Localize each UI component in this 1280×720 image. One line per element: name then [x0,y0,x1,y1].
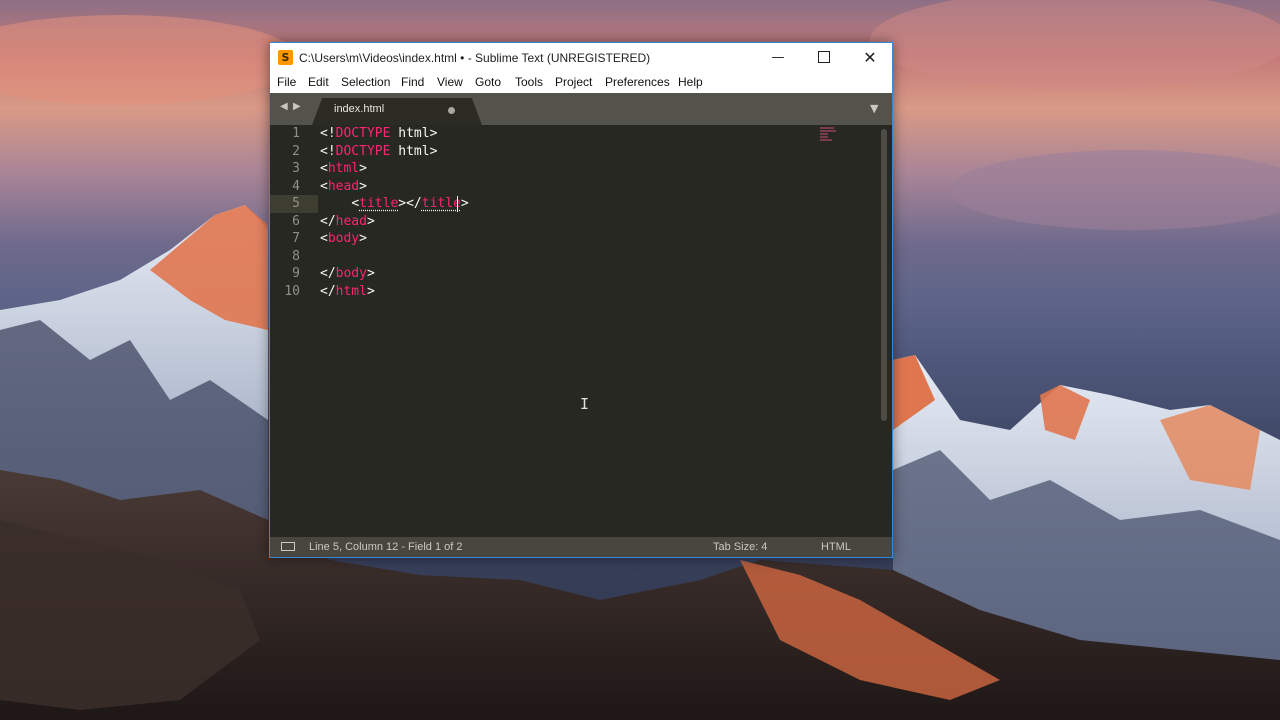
status-tab-size[interactable]: Tab Size: 4 [713,537,767,557]
code-punct: html> [390,143,438,159]
code-line: <!DOCTYPE html> [320,125,437,143]
line-number: 4 [292,178,300,194]
line-number: 8 [292,248,300,264]
menu-preferences[interactable]: Preferences [605,73,670,93]
code-punct: > [460,196,469,211]
menu-goto[interactable]: Goto [475,73,501,93]
menu-tools[interactable]: Tools [515,73,543,93]
code-punct: < [351,196,360,211]
line-number: 2 [292,143,300,159]
code-tag: body [335,266,367,281]
code-tag: DOCTYPE [335,126,391,141]
code-tag-snippet-field: title [359,196,399,211]
code-text[interactable]: <!DOCTYPE html> <!DOCTYPE html> <html> <… [320,125,860,537]
code-punct: > [366,283,375,299]
menu-edit[interactable]: Edit [308,73,329,93]
minimap[interactable] [820,127,838,147]
maximize-button[interactable] [802,43,846,73]
tab-overflow-icon[interactable]: ▼ [870,102,878,115]
code-tag: html [327,161,360,176]
code-line: <body> [320,230,367,248]
code-tag: DOCTYPE [335,143,391,159]
status-syntax[interactable]: HTML [821,537,851,557]
code-tag-snippet-field: title [421,196,461,211]
code-tag: head [335,213,367,229]
menu-find[interactable]: Find [401,73,424,93]
menu-bar: File Edit Selection Find View Goto Tools… [270,73,892,93]
minimap-line [820,130,836,132]
code-punct: ></ [398,196,422,211]
code-punct: </ [320,283,336,299]
code-tag: html [335,283,367,299]
minimap-line [820,136,828,138]
menu-view[interactable]: View [437,73,463,93]
code-tag: body [327,231,360,246]
code-line: </html> [320,283,375,301]
line-number: 1 [292,126,300,141]
menu-file[interactable]: File [277,73,296,93]
code-punct: < [320,178,328,194]
code-punct: > [366,213,375,229]
code-punct: html> [390,126,438,141]
tab-bar: ◀ ▶ index.html ▼ [270,93,892,125]
title-bar[interactable]: S C:\Users\m\Videos\index.html • - Subli… [270,43,892,73]
code-line: <head> [320,178,367,196]
status-cursor-position: Line 5, Column 12 - Field 1 of 2 [309,541,463,553]
code-punct: > [359,161,367,176]
line-number: 7 [292,231,300,246]
unsaved-dot-icon[interactable] [448,107,455,114]
code-line: </body> [320,265,375,283]
line-number: 6 [292,213,300,229]
code-punct: < [320,231,328,246]
minimap-line [820,133,828,135]
tab-label: index.html [334,103,385,115]
line-number: 3 [292,161,300,176]
maximize-icon [818,51,830,63]
code-line: </head> [320,213,375,231]
scrollbar-thumb[interactable] [881,129,887,421]
menu-project[interactable]: Project [555,73,592,93]
line-number-gutter: 1 2 3 4 5 6 7 8 9 10 [270,125,314,537]
code-punct: < [320,161,328,176]
code-tag: head [327,178,360,194]
code-punct: <! [320,143,336,159]
code-punct: > [359,178,367,194]
minimize-button[interactable]: — [756,43,800,73]
line-number: 5 [292,196,300,211]
sublime-text-window: S C:\Users\m\Videos\index.html • - Subli… [269,42,893,558]
panel-toggle-icon[interactable] [281,542,295,551]
menu-selection[interactable]: Selection [341,73,390,93]
sublime-text-app-icon: S [278,50,293,65]
code-line: <!DOCTYPE html> [320,143,437,161]
window-title: C:\Users\m\Videos\index.html • - Sublime… [299,51,651,65]
code-line: <html> [320,160,367,178]
tab-forward-icon[interactable]: ▶ [293,101,301,112]
code-punct: > [366,266,375,281]
code-punct: > [359,231,367,246]
tab-back-icon[interactable]: ◀ [280,101,288,112]
line-number: 10 [284,283,300,299]
editor-area[interactable]: 1 2 3 4 5 6 7 8 9 10 <!DOCTYPE html> <!D… [270,125,892,537]
menu-help[interactable]: Help [678,73,703,93]
minimap-line [820,139,832,141]
mouse-ibeam-cursor-icon: I [580,395,590,413]
code-punct: </ [320,213,336,229]
status-bar: Line 5, Column 12 - Field 1 of 2 Tab Siz… [270,537,892,557]
code-punct: </ [320,266,336,281]
minimap-line [820,127,834,129]
code-line: <title></title> [320,195,469,213]
line-number: 9 [292,266,300,281]
close-button[interactable]: ✕ [848,43,892,73]
code-punct: <! [320,126,336,141]
text-caret [457,196,458,212]
